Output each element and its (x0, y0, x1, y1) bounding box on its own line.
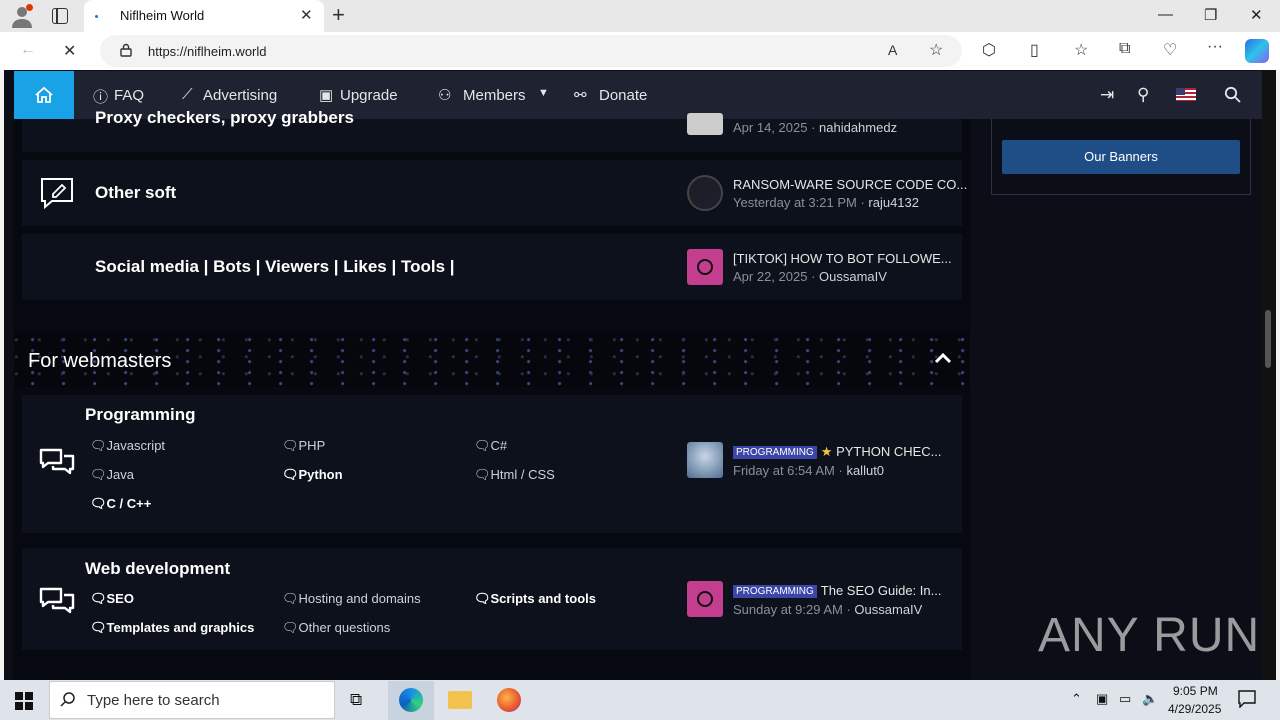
subforum-link[interactable]: 🗨Javascript (90, 438, 165, 454)
login-icon[interactable]: ⇥ (1100, 85, 1114, 105)
taskbar-search-placeholder[interactable]: Type here to search (87, 692, 220, 709)
back-icon[interactable]: ← (20, 41, 36, 59)
subforum-link[interactable]: 🗨PHP (282, 438, 325, 454)
lock-icon[interactable] (120, 43, 132, 57)
read-aloud-icon[interactable]: A (888, 42, 897, 58)
tray-chevron-icon[interactable]: ⌃ (1071, 691, 1082, 707)
subforum-link[interactable]: 🗨Java (90, 467, 134, 483)
stop-loading-icon[interactable]: ✕ (63, 41, 76, 61)
search-icon (60, 692, 75, 707)
extensions-icon[interactable]: ⬡ (982, 40, 996, 60)
forum-title[interactable]: Other soft (95, 183, 176, 203)
page-scrollbar[interactable] (1262, 70, 1276, 680)
subforum-link[interactable]: 🗨SEO (90, 591, 134, 607)
forum-title[interactable]: Proxy checkers, proxy grabbers (95, 108, 354, 128)
last-post-title[interactable]: PROGRAMMING The SEO Guide: In... (733, 583, 941, 598)
users-icon: ⚇ (438, 87, 452, 104)
last-post-meta: Sunday at 9:29 AM · OussamaIV (733, 602, 923, 617)
subforum-link[interactable]: 🗨Hosting and domains (282, 591, 421, 607)
nav-advertising[interactable]: Advertising (203, 87, 277, 104)
subforum-link[interactable]: 🗨Scripts and tools (474, 591, 596, 607)
network-icon[interactable]: ▭ (1119, 691, 1131, 707)
last-post-meta: Friday at 6:54 AM · kallut0 (733, 463, 885, 478)
scrollbar-thumb[interactable] (1265, 310, 1271, 368)
clock-time[interactable]: 9:05 PM (1173, 684, 1218, 698)
windows-start-icon[interactable] (15, 692, 33, 710)
prefix-tag: PROGRAMMING (733, 446, 817, 459)
chart-icon: ⟋ (182, 86, 193, 103)
new-tab-button[interactable]: + (332, 2, 345, 28)
subforum-link[interactable]: 🗨Python (282, 467, 343, 483)
file-explorer-icon[interactable] (448, 691, 472, 709)
clock-date[interactable]: 4/29/2025 (1168, 702, 1221, 716)
restore-button[interactable]: ❐ (1204, 6, 1217, 24)
comments-icon (39, 448, 75, 475)
settings-more-icon[interactable]: ··· (1207, 38, 1223, 56)
favorites-icon[interactable]: ☆ (1074, 40, 1088, 60)
handshake-icon: ⚯ (574, 87, 587, 104)
nav-upgrade[interactable]: Upgrade (340, 87, 398, 104)
forum-title[interactable]: Web development (85, 559, 230, 579)
favorite-star-icon[interactable]: ☆ (929, 40, 943, 60)
url-text[interactable]: https://niflheim.world (148, 44, 267, 59)
category-title[interactable]: For webmasters (28, 350, 171, 373)
last-post-title[interactable]: [TIKTOK] HOW TO BOT FOLLOWE... (733, 251, 952, 266)
anyrun-watermark: ANY RUN (1038, 609, 1261, 662)
collapse-chevron-icon[interactable] (934, 352, 952, 364)
subforum-link[interactable]: 🗨C / C++ (90, 496, 151, 512)
tab-title: Niflheim World (120, 8, 205, 23)
nav-donate[interactable]: Donate (599, 87, 647, 104)
collections-icon[interactable]: ⧉ (1119, 40, 1130, 58)
task-view-icon[interactable]: ⧉ (350, 690, 362, 710)
forum-title[interactable]: Social media | Bots | Viewers | Likes | … (95, 257, 455, 277)
gift-icon: ▣ (319, 87, 334, 104)
close-window-button[interactable]: ✕ (1250, 6, 1263, 24)
edge-icon (399, 688, 423, 712)
register-icon[interactable]: ⚲ (1137, 85, 1149, 105)
last-post-title[interactable]: RANSOM-WARE SOURCE CODE CO... (733, 177, 967, 192)
prefix-tag: PROGRAMMING (733, 585, 817, 598)
tab-loading-icon (95, 15, 98, 18)
last-post-meta: Apr 14, 2025 · nahidahmedz (733, 120, 898, 135)
last-post-meta: Apr 22, 2025 · OussamaIV (733, 269, 887, 284)
user-avatar[interactable] (687, 113, 723, 135)
user-avatar[interactable] (687, 581, 723, 617)
home-icon (35, 86, 53, 103)
subforum-link[interactable]: 🗨C# (474, 438, 507, 454)
search-icon[interactable] (1224, 86, 1241, 103)
volume-icon[interactable]: 🔈 (1142, 691, 1158, 707)
minimize-button[interactable]: — (1158, 6, 1173, 23)
nav-members[interactable]: Members (463, 87, 526, 104)
forum-title[interactable]: Programming (85, 405, 196, 425)
last-post-meta: Yesterday at 3:21 PM · raju4132 (733, 195, 919, 210)
nav-faq[interactable]: FAQ (114, 87, 144, 104)
subforum-link[interactable]: 🗨Html / CSS (474, 467, 555, 483)
tab-close-icon[interactable]: ✕ (300, 6, 313, 24)
question-icon: ⓘ (93, 89, 109, 106)
split-screen-icon[interactable]: ▯ (1030, 40, 1039, 60)
notification-dot (26, 4, 33, 11)
edit-forum-icon (41, 178, 73, 210)
tab-actions-icon[interactable] (52, 8, 68, 24)
subforum-link[interactable]: 🗨Templates and graphics (90, 620, 254, 636)
copilot-icon[interactable] (1245, 39, 1269, 63)
browser-essentials-icon[interactable]: ♡ (1163, 40, 1177, 60)
our-banners-button[interactable]: Our Banners (1002, 140, 1240, 174)
tray-app-icon[interactable]: ▣ (1096, 691, 1108, 707)
subforum-link[interactable]: 🗨Other questions (282, 620, 390, 636)
dropdown-caret-icon[interactable]: ▼ (538, 87, 549, 99)
language-flag-icon[interactable] (1176, 88, 1196, 101)
firefox-icon[interactable] (497, 688, 521, 712)
user-avatar[interactable] (687, 442, 723, 478)
user-avatar[interactable] (687, 249, 723, 285)
notification-center-icon[interactable] (1238, 690, 1256, 708)
play-avatar-icon[interactable] (687, 175, 723, 211)
last-post-title[interactable]: PROGRAMMING ★ PYTHON CHEC... (733, 444, 942, 460)
comments-icon (39, 587, 75, 614)
